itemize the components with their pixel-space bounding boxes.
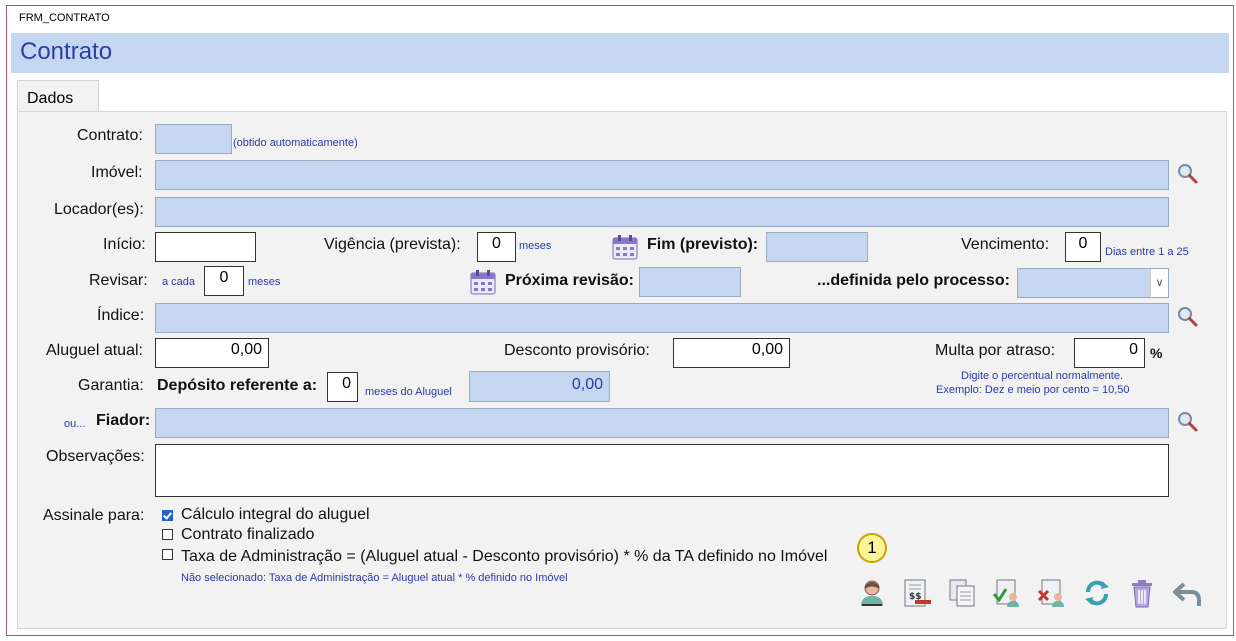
contrato-finalizado-label: Contrato finalizado bbox=[181, 526, 315, 543]
indice-field[interactable] bbox=[155, 303, 1169, 333]
indice-search-icon[interactable] bbox=[1175, 304, 1199, 328]
processo-label: ...definida pelo processo: bbox=[817, 272, 1010, 289]
garantia-valor-field[interactable]: 0,00 bbox=[469, 371, 610, 402]
page-title: Contrato bbox=[20, 38, 113, 65]
imovel-search-icon[interactable] bbox=[1175, 161, 1199, 185]
desconto-field[interactable]: 0,00 bbox=[673, 338, 790, 368]
calculo-integral-checkbox[interactable] bbox=[162, 510, 173, 521]
locador-label: Locador(es): bbox=[54, 201, 144, 218]
fiador-field[interactable] bbox=[155, 408, 1169, 438]
garantia-meses-field[interactable]: 0 bbox=[327, 372, 358, 402]
copy-document-icon[interactable] bbox=[946, 577, 978, 609]
processo-select[interactable]: ∨ bbox=[1017, 268, 1169, 298]
vigencia-unit: meses bbox=[519, 240, 552, 252]
taxa-adm-note: Não selecionado: Taxa de Administração =… bbox=[181, 572, 568, 584]
tab-dados[interactable]: Dados bbox=[17, 80, 99, 113]
trash-icon[interactable] bbox=[1127, 577, 1157, 609]
proxima-revisao-label: Próxima revisão: bbox=[505, 272, 634, 289]
revisar-label: Revisar: bbox=[89, 272, 148, 289]
locador-field[interactable] bbox=[155, 197, 1169, 227]
assinale-label: Assinale para: bbox=[43, 507, 145, 524]
inicio-label: Início: bbox=[103, 236, 146, 253]
fiador-search-icon[interactable] bbox=[1175, 409, 1199, 433]
calculo-integral-label: Cálculo integral do aluguel bbox=[181, 506, 370, 523]
multa-unit: % bbox=[1150, 345, 1163, 361]
contrato-hint: (obtido automaticamente) bbox=[233, 137, 358, 149]
taxa-adm-label: Taxa de Administração = (Aluguel atual -… bbox=[181, 548, 828, 565]
calendar-icon-revision[interactable] bbox=[469, 268, 497, 296]
observacoes-label: Observações: bbox=[46, 448, 145, 465]
observacoes-field[interactable] bbox=[155, 444, 1169, 497]
fim-field[interactable] bbox=[766, 232, 868, 262]
fim-label: Fim (previsto): bbox=[647, 236, 759, 253]
revisar-unit: meses bbox=[248, 276, 281, 288]
fiador-label: Fiador: bbox=[96, 412, 151, 429]
window-title: FRM_CONTRATO bbox=[19, 12, 110, 24]
refresh-icon[interactable] bbox=[1082, 578, 1112, 608]
approve-person-icon[interactable] bbox=[991, 577, 1023, 609]
desconto-label: Desconto provisório: bbox=[504, 342, 650, 359]
multa-label: Multa por atraso: bbox=[935, 342, 1056, 359]
calendar-icon[interactable] bbox=[611, 233, 639, 261]
aluguel-field[interactable]: 0,00 bbox=[155, 338, 269, 368]
vigencia-label: Vigência (prevista): bbox=[324, 236, 461, 253]
form-header: Contrato bbox=[11, 33, 1229, 73]
reject-person-icon[interactable] bbox=[1036, 577, 1068, 609]
chevron-down-icon[interactable]: ∨ bbox=[1150, 269, 1168, 297]
person-icon[interactable] bbox=[857, 578, 887, 608]
contrato-finalizado-checkbox[interactable] bbox=[162, 529, 173, 540]
garantia-unit: meses do Aluguel bbox=[365, 386, 452, 398]
garantia-label: Garantia: bbox=[78, 377, 144, 394]
fiador-prefix: ou... bbox=[64, 418, 86, 430]
step-badge: 1 bbox=[857, 533, 887, 563]
imovel-label: Imóvel: bbox=[91, 164, 143, 181]
vencimento-label: Vencimento: bbox=[961, 236, 1050, 253]
multa-hint-2: Exemplo: Dez e meio por cento = 10,50 bbox=[936, 384, 1130, 396]
vigencia-field[interactable]: 0 bbox=[477, 232, 516, 262]
aluguel-label: Aluguel atual: bbox=[46, 342, 143, 359]
back-arrow-icon[interactable] bbox=[1171, 578, 1203, 608]
contrato-field[interactable] bbox=[155, 124, 232, 154]
vencimento-field[interactable]: 0 bbox=[1065, 232, 1101, 262]
indice-label: Índice: bbox=[97, 307, 145, 324]
garantia-sublabel: Depósito referente a: bbox=[157, 377, 318, 394]
multa-hint-1: Digite o percentual normalmente. bbox=[961, 370, 1124, 382]
revisar-prefix: a cada bbox=[162, 276, 196, 288]
money-document-icon[interactable]: $$ bbox=[901, 577, 933, 609]
taxa-adm-checkbox[interactable] bbox=[162, 549, 173, 560]
inicio-field[interactable] bbox=[155, 232, 256, 262]
revisar-field[interactable]: 0 bbox=[204, 266, 244, 296]
multa-field[interactable]: 0 bbox=[1074, 338, 1145, 368]
contrato-label: Contrato: bbox=[77, 127, 143, 144]
vencimento-hint: Dias entre 1 a 25 bbox=[1105, 246, 1189, 258]
proxima-revisao-field[interactable] bbox=[639, 267, 741, 297]
imovel-field[interactable] bbox=[155, 160, 1169, 190]
